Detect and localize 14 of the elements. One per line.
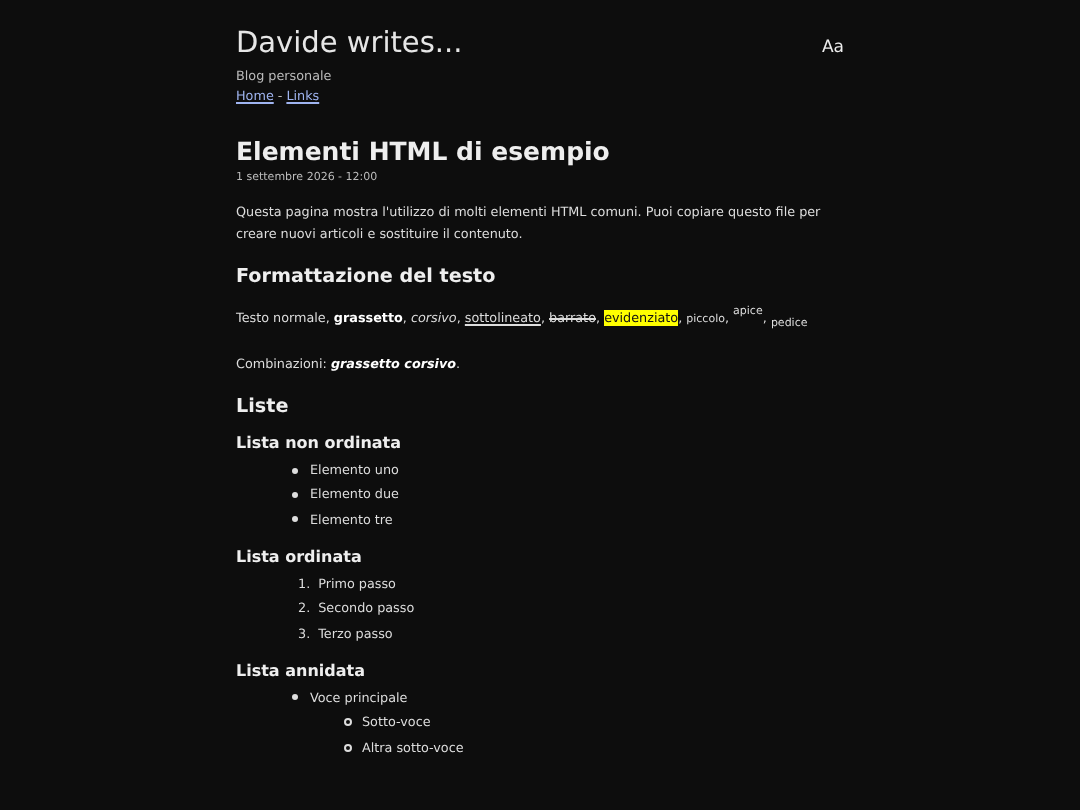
subsection-heading: Lista ordinata (236, 545, 364, 568)
subsection-heading: Lista non ordinata (236, 432, 404, 454)
circle-bullet-icon (344, 718, 352, 727)
bullet-icon (292, 694, 298, 701)
font-size-button[interactable]: Aa (821, 38, 844, 58)
section-heading: Formattazione del testo (236, 264, 498, 290)
site-title: Davide writes... (236, 26, 463, 64)
bullet-icon (292, 491, 298, 498)
article-title: Elementi HTML di esempio (236, 136, 612, 168)
circle-bullet-icon (344, 743, 352, 752)
bullet-icon (292, 516, 298, 523)
bullet-icon (292, 467, 298, 474)
subsection-heading: Lista annidata (236, 659, 367, 682)
section-heading: Liste (236, 394, 291, 420)
